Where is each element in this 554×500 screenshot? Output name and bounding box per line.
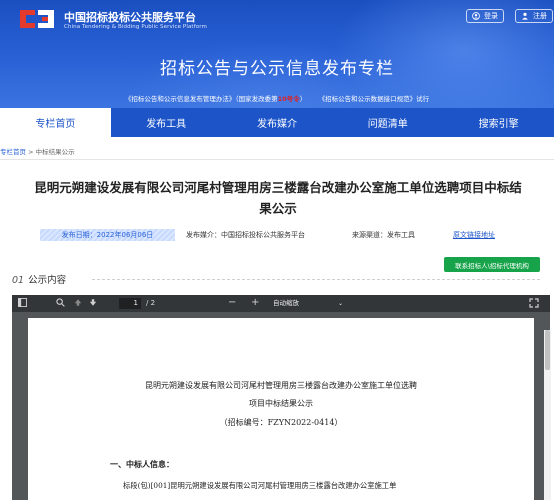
platform-name-english: China Tendering & Bidding Public Service… — [64, 24, 207, 30]
register-button[interactable]: 注册 — [515, 9, 553, 23]
publish-date: 发布日期：2022年06月06日 — [40, 229, 175, 241]
nav-search-engine[interactable]: 搜索引擎 — [443, 108, 554, 137]
zoom-in-icon[interactable]: + — [251, 297, 259, 308]
article-meta: 发布日期：2022年06月06日 发布媒介：中国招标投标公共服务平台 来源渠道：… — [0, 229, 554, 243]
scrollbar-thumb[interactable] — [545, 330, 550, 370]
pdf-viewer[interactable]: 1 / 2 − + 自动缩放 ⌄ 昆明元朔建设发展有限公司河尾村管理用房三楼露台… — [12, 295, 550, 500]
original-link[interactable]: 原文链接地址 — [453, 230, 495, 240]
doc-section-heading: 一、中标人信息： — [110, 459, 174, 469]
pdf-page: 昆明元朔建设发展有限公司河尾村管理用房三楼露台改建办公室施工单位选聘 项目中标结… — [28, 318, 534, 500]
sidebar-toggle-icon[interactable] — [18, 298, 27, 307]
main-nav: 专栏首页 发布工具 发布媒介 问题清单 搜索引擎 — [0, 108, 554, 137]
nav-home[interactable]: 专栏首页 — [0, 108, 111, 137]
site-banner: 中国招标投标公共服务平台 China Tendering & Bidding P… — [0, 0, 554, 108]
doc-paragraph: 标段(包)[001]昆明元朔建设发展有限公司河尾村管理用房三楼露台改建办公室施工… — [123, 481, 397, 490]
register-label: 注册 — [533, 12, 547, 20]
fullscreen-icon[interactable] — [529, 298, 539, 308]
doc-title-line2: 项目中标结果公示 — [249, 399, 313, 408]
section-number: 01 — [12, 275, 25, 286]
regulation-link[interactable]: 《招标公告和公示信息发布管理办法》（国家发改委第10号令） — [125, 95, 306, 103]
article-title: 昆明元朔建设发展有限公司河尾村管理用房三楼露台改建办公室施工单位选聘项目中标结 … — [34, 180, 522, 216]
page-scrollbar[interactable] — [544, 330, 551, 500]
banner-title: 招标公告与公示信息发布专栏 — [160, 59, 394, 79]
divider — [0, 159, 554, 160]
search-icon[interactable] — [56, 298, 65, 307]
breadcrumb-home[interactable]: 专栏首页 — [0, 148, 26, 156]
zoom-select[interactable]: 自动缩放 ⌄ — [270, 298, 346, 309]
breadcrumb: 专栏首页 > 中标结果公示 — [0, 146, 75, 156]
section-label: 公示内容 — [28, 275, 67, 286]
doc-tender-code: （招标编号：FZYN2022-0414） — [219, 418, 343, 427]
page-number-input[interactable]: 1 — [119, 298, 141, 309]
nav-publish-tool[interactable]: 发布工具 — [111, 108, 222, 137]
nav-publish-media[interactable]: 发布媒介 — [222, 108, 333, 137]
login-label: 登录 — [484, 12, 498, 20]
user-circle-icon — [472, 12, 480, 20]
nav-issue-list[interactable]: 问题清单 — [332, 108, 443, 137]
doc-title-line1: 昆明元朔建设发展有限公司河尾村管理用房三楼露台改建办公室施工单位选聘 — [145, 381, 417, 390]
publish-media: 发布媒介：中国招标投标公共服务平台 — [186, 231, 305, 239]
banner-links: 《招标公告和公示信息发布管理办法》（国家发改委第10号令） 《招标公告和公示数据… — [0, 93, 554, 103]
chevron-down-icon: ⌄ — [337, 300, 343, 307]
data-spec-link[interactable]: 《招标公告和公示数据接口规范》试行 — [319, 95, 430, 103]
breadcrumb-separator: > — [26, 148, 36, 156]
section-header: 01 公示内容 — [12, 272, 66, 286]
section-divider — [92, 279, 540, 280]
source-channel: 来源渠道：发布工具 — [352, 231, 415, 239]
breadcrumb-current: 中标结果公示 — [35, 148, 75, 156]
user-icon — [522, 12, 528, 20]
platform-logo-icon[interactable] — [18, 8, 56, 30]
previous-page-icon[interactable] — [74, 298, 82, 307]
zoom-out-icon[interactable]: − — [228, 297, 236, 308]
next-page-icon[interactable] — [89, 298, 97, 307]
contact-tenderer-button[interactable]: 联系招标人\招标代理机构 — [444, 257, 540, 272]
page-total: / 2 — [146, 299, 156, 307]
platform-name: 中国招标投标公共服务平台 — [64, 11, 196, 24]
pdf-toolbar: 1 / 2 − + 自动缩放 ⌄ — [12, 295, 550, 312]
login-button[interactable]: 登录 — [466, 9, 504, 23]
zoom-label: 自动缩放 — [273, 299, 299, 307]
